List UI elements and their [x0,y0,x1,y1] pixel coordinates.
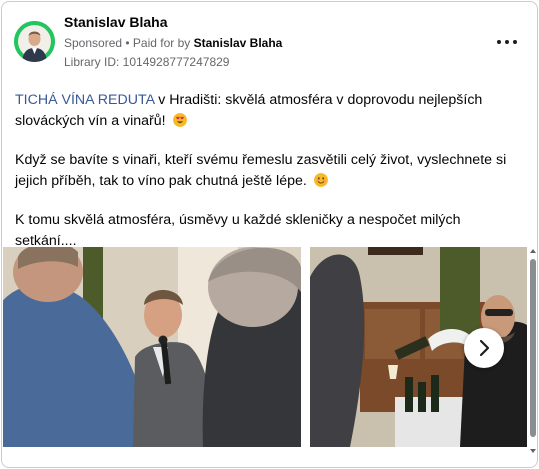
post-paragraph-1: TICHÁ VÍNA REDUTA v Hradišti: skvělá atm… [15,90,525,132]
event-photo-speaker [3,247,301,447]
heart-eyes-emoji-icon [172,113,187,127]
paid-by-name[interactable]: Stanislav Blaha [194,36,283,50]
post-paragraph-3: K tomu skvělá atmosféra, úsměvy u každé … [15,212,461,249]
post-paragraph-2: Když se bavíte s vinaři, kteří svému řem… [15,150,525,192]
scroll-up-arrow-icon[interactable] [528,247,538,255]
sponsored-label: Sponsored [64,36,123,50]
sponsored-line: Sponsored • Paid for by Stanislav Blaha [64,36,282,50]
scrollbar-thumb[interactable] [530,259,536,437]
carousel-slide-1[interactable] [3,247,301,447]
author-avatar[interactable] [14,21,55,62]
post-link[interactable]: TICHÁ VÍNA REDUTA [15,92,154,108]
smiling-face-emoji-icon [313,173,328,187]
author-name[interactable]: Stanislav Blaha [64,14,168,30]
paragraph-2-text: Když se bavíte s vinaři, kteří svému řem… [15,152,507,189]
scrollbar[interactable] [528,247,538,457]
chevron-right-icon [479,339,490,357]
scroll-down-arrow-icon[interactable] [528,447,538,455]
post-text: TICHÁ VÍNA REDUTA v Hradišti: skvělá atm… [15,90,525,252]
more-options-icon[interactable] [496,34,518,50]
ad-card: Stanislav Blaha Sponsored • Paid for by … [1,1,538,468]
paid-by-prefix: • Paid for by [122,36,194,50]
image-carousel[interactable] [3,247,527,447]
avatar-photo [14,21,55,62]
carousel-next-button[interactable] [464,328,504,368]
library-id: Library ID: 1014928777247829 [64,55,230,69]
